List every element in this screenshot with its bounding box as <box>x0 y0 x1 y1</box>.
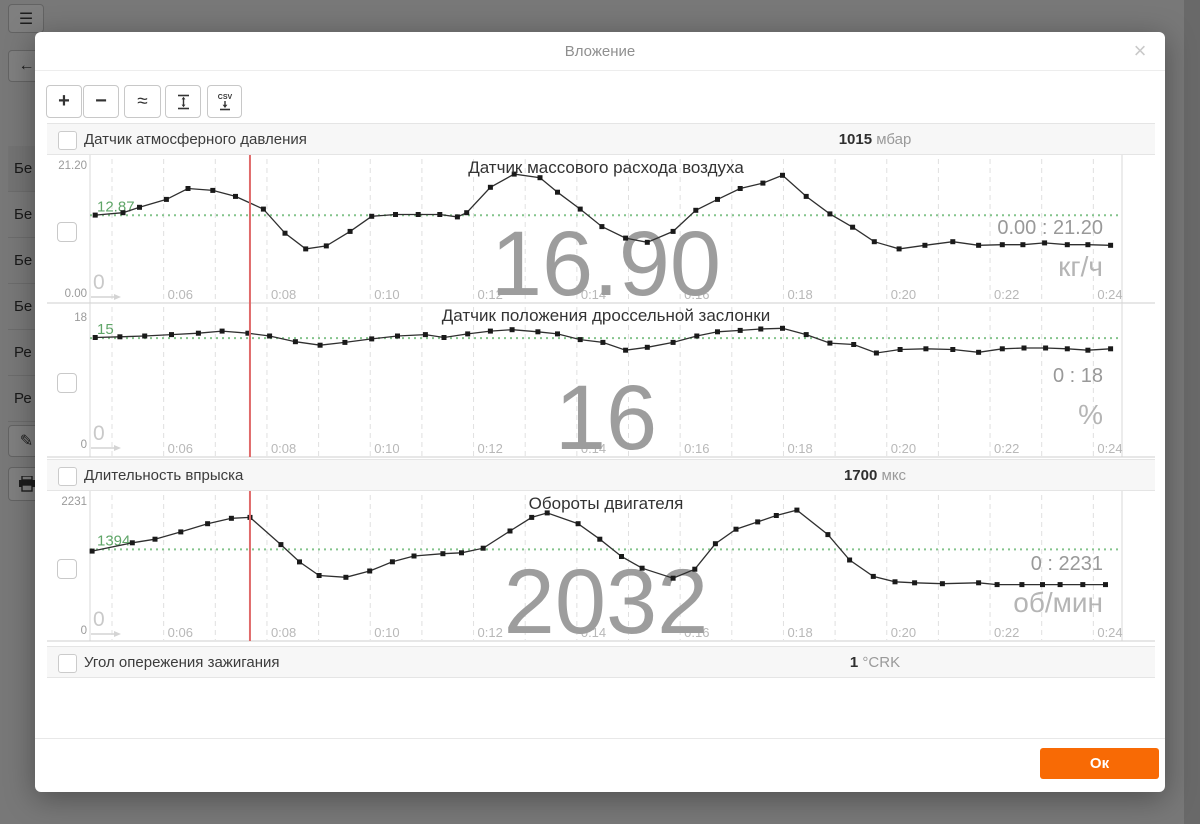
x-tick-label: 0:10 <box>374 441 399 456</box>
y-min-label: 0 <box>81 439 87 451</box>
chart-checkbox-maf[interactable] <box>57 222 77 242</box>
range-label: 0 : 18 <box>1053 365 1103 387</box>
x-tick-label: 0:20 <box>891 287 916 302</box>
x-tick-label: 0:06 <box>168 625 193 640</box>
range-label: 0 : 2231 <box>1031 553 1103 575</box>
page-scrollbar[interactable] <box>1184 0 1200 824</box>
y-min-label: 0.00 <box>65 288 87 300</box>
x-tick-label: 0:18 <box>787 287 812 302</box>
x-tick-label: 0:12 <box>478 441 503 456</box>
chart-checkbox-tps[interactable] <box>57 373 77 393</box>
x-tick-label: 0:16 <box>684 441 709 456</box>
current-value-big: 16 <box>555 367 657 469</box>
x-tick-label: 0:10 <box>374 625 399 640</box>
x-tick-label: 0:22 <box>994 287 1019 302</box>
screen: ☰ ← Бе Бе Бе Бе Ре Ре ✎ Вложение <box>0 0 1200 824</box>
y-max-label: 2231 <box>61 496 87 508</box>
x-tick-label: 0:08 <box>271 625 296 640</box>
chart-checkbox-rpm[interactable] <box>57 559 77 579</box>
y-min-label: 0 <box>81 625 87 637</box>
y-max-label: 21.20 <box>58 160 87 172</box>
x-tick-label: 0:18 <box>787 441 812 456</box>
x-tick-label: 0:08 <box>271 287 296 302</box>
average-value-label: 15 <box>97 321 114 338</box>
x-tick-label: 0:18 <box>787 625 812 640</box>
x-tick-label: 0:22 <box>994 625 1019 640</box>
current-value-big: 2032 <box>504 551 709 653</box>
x-tick-label: 0:24 <box>1097 287 1122 302</box>
chart-title: Датчик положения дроссельной заслонки <box>442 306 770 325</box>
x-tick-label: 0:08 <box>271 441 296 456</box>
chart-title: Обороты двигателя <box>529 494 684 513</box>
x-tick-label: 0:12 <box>478 625 503 640</box>
unit-label: кг/ч <box>1058 251 1103 282</box>
x-tick-label: 0:06 <box>168 287 193 302</box>
y-max-label: 18 <box>74 312 87 324</box>
x-tick-label: 0:24 <box>1097 625 1122 640</box>
x-tick-label: 0:10 <box>374 287 399 302</box>
x-tick-label: 0:20 <box>891 625 916 640</box>
origin-label: 0 <box>93 422 105 445</box>
origin-label: 0 <box>93 608 105 631</box>
x-tick-label: 0:22 <box>994 441 1019 456</box>
chart-title: Датчик массового расхода воздуха <box>468 158 744 177</box>
charts-canvas[interactable]: 0:060:080:100:120:140:160:180:200:220:24… <box>35 32 1165 792</box>
x-tick-label: 0:06 <box>168 441 193 456</box>
x-tick-label: 0:20 <box>891 441 916 456</box>
chart-0[interactable]: 0:060:080:100:120:140:160:180:200:220:24… <box>47 155 1155 315</box>
attachment-dialog: Вложение × + − ≈ CSV <box>35 32 1165 792</box>
unit-label: % <box>1078 399 1103 430</box>
chart-1[interactable]: 0:060:080:100:120:140:160:180:200:220:24… <box>47 303 1155 469</box>
x-tick-label: 0:24 <box>1097 441 1122 456</box>
range-label: 0.00 : 21.20 <box>997 217 1103 239</box>
chart-2[interactable]: 0:060:080:100:120:140:160:180:200:220:24… <box>47 491 1155 653</box>
origin-label: 0 <box>93 271 105 294</box>
unit-label: об/мин <box>1013 587 1103 618</box>
